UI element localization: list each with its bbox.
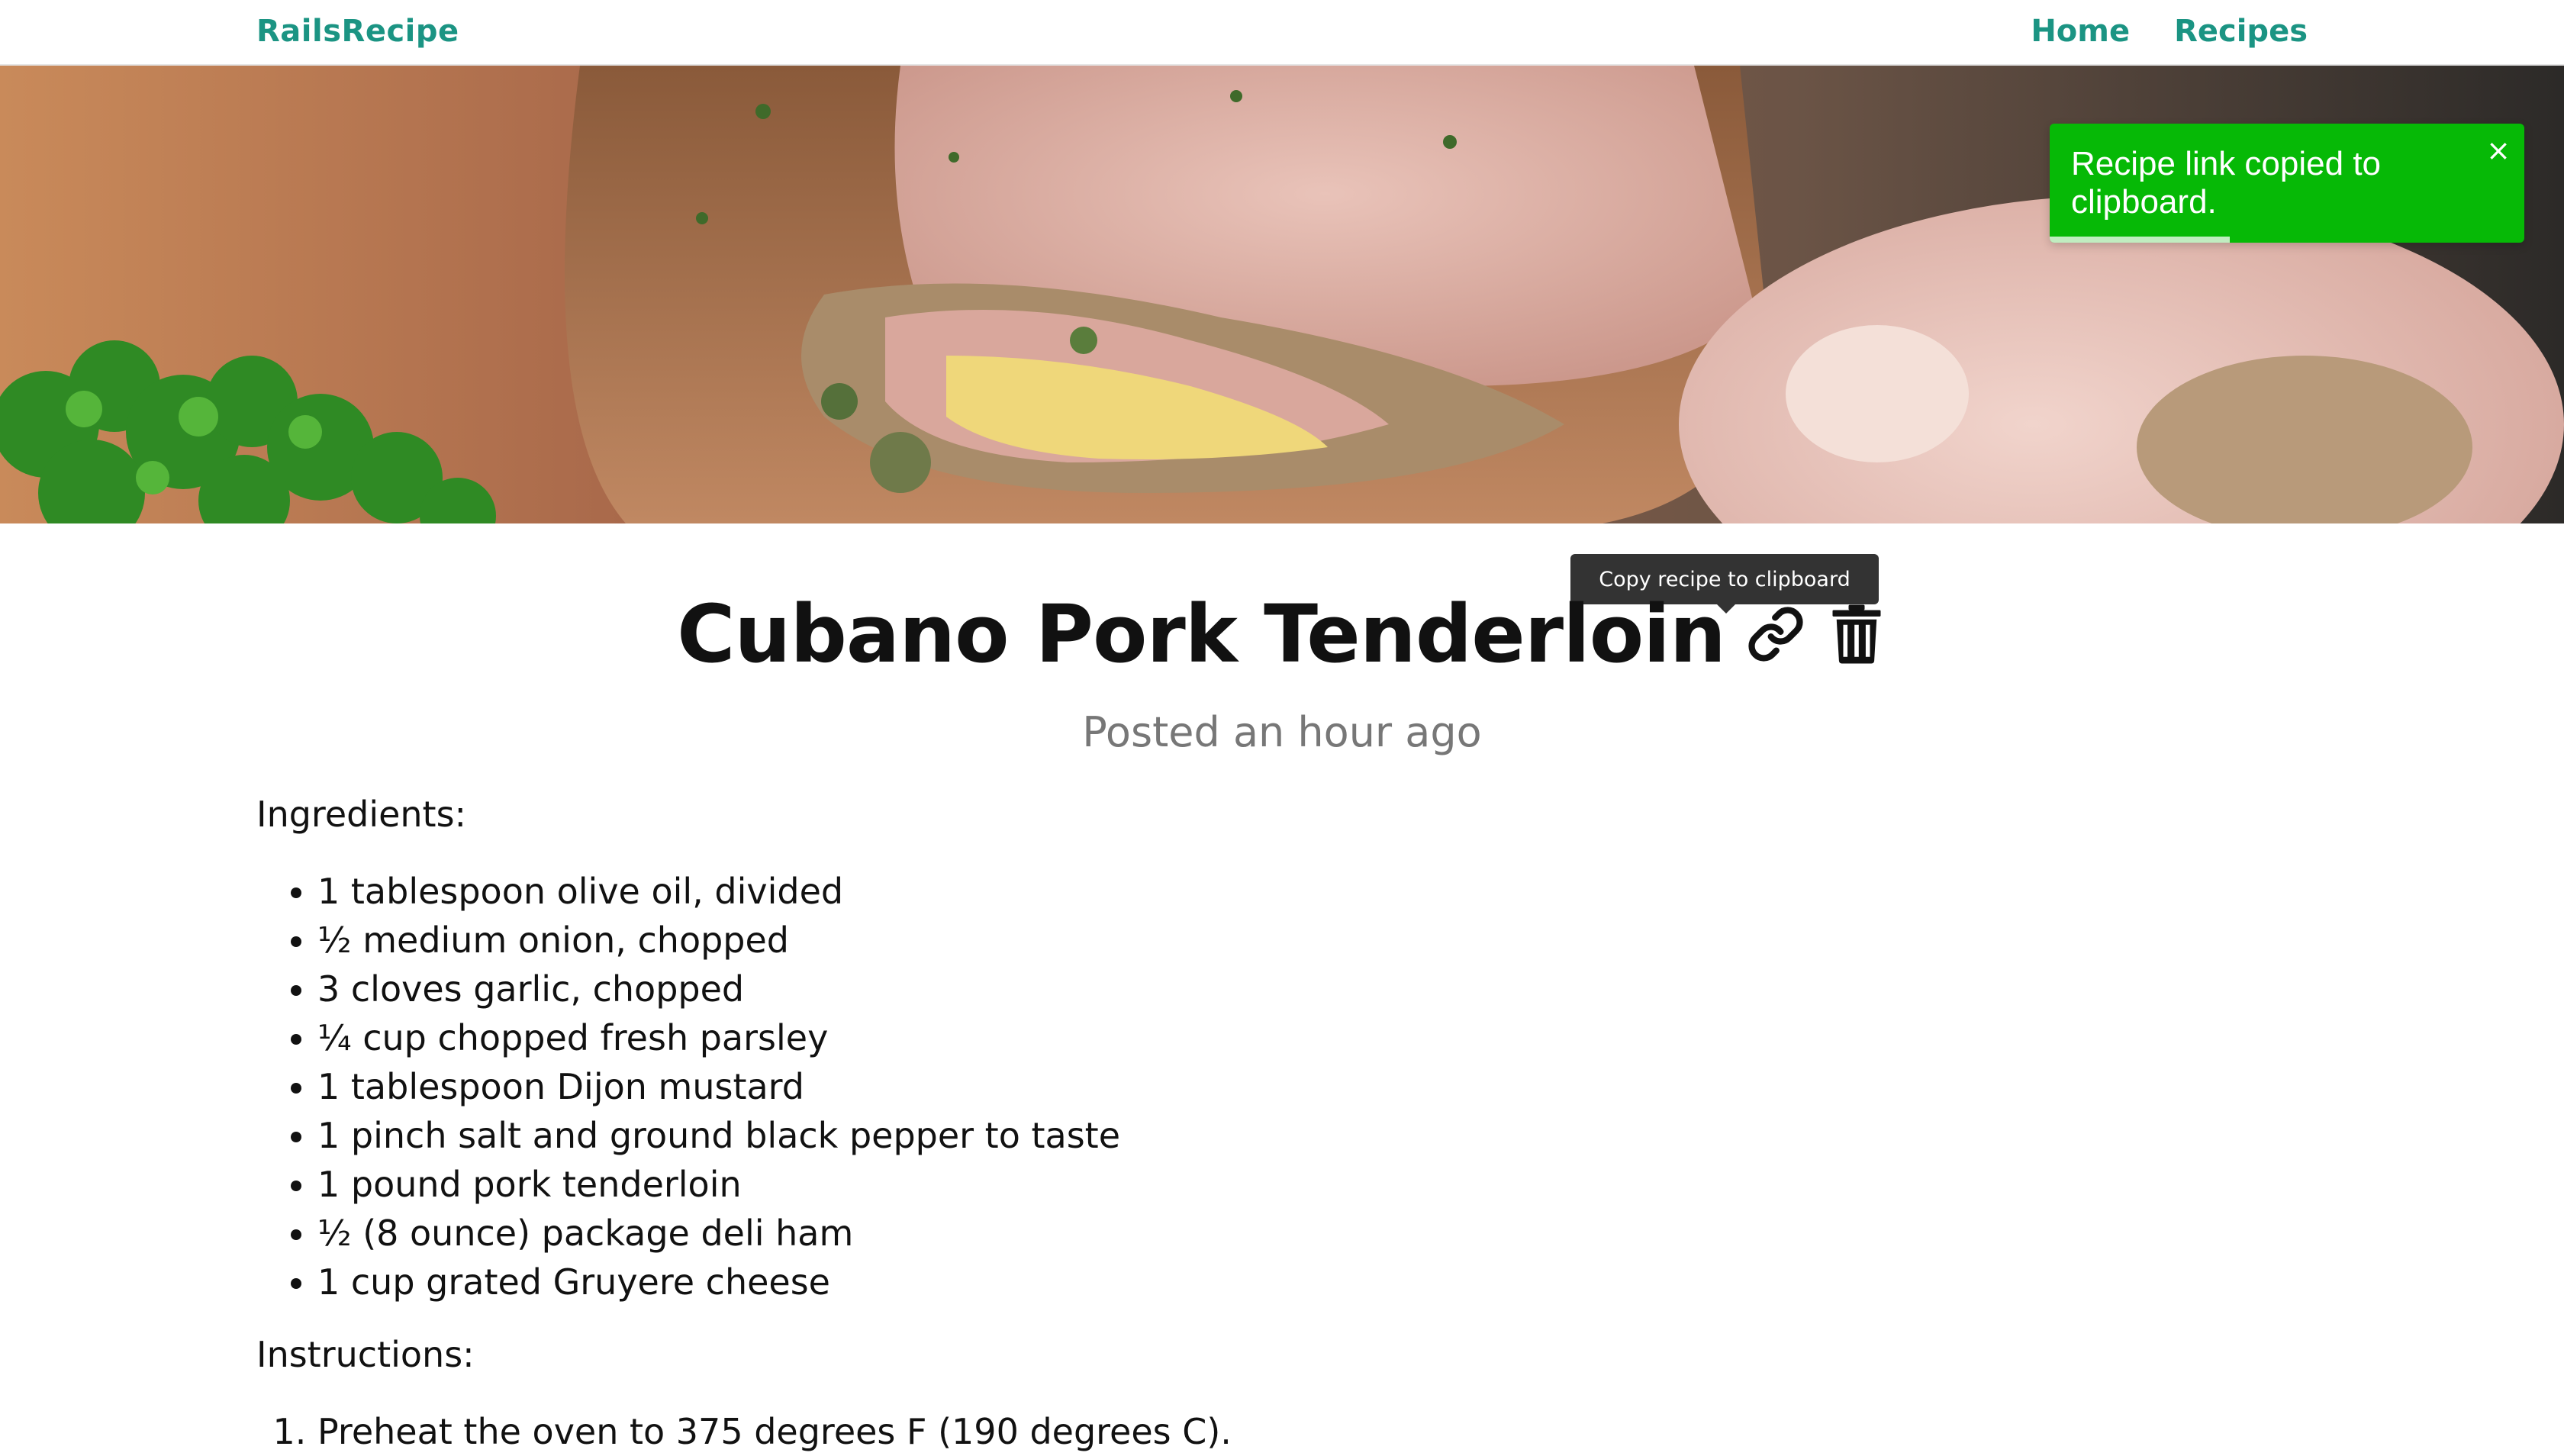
ingredient-item: 1 pound pork tenderloin <box>317 1160 1120 1209</box>
ingredient-item: ¼ cup chopped fresh parsley <box>317 1013 1120 1062</box>
instructions-list: Preheat the oven to 375 degrees F (190 d… <box>256 1407 1232 1456</box>
link-icon[interactable] <box>1745 604 1806 665</box>
ingredients-list: 1 tablespoon olive oil, divided ½ medium… <box>256 867 1120 1306</box>
ingredient-item: 1 pinch salt and ground black pepper to … <box>317 1111 1120 1160</box>
ingredient-item: 1 tablespoon Dijon mustard <box>317 1062 1120 1111</box>
ingredient-item: 3 cloves garlic, chopped <box>317 965 1120 1013</box>
instruction-item: Preheat the oven to 375 degrees F (190 d… <box>317 1407 1232 1456</box>
recipe-title: Cubano Pork Tenderloin <box>677 588 1726 681</box>
toast-message: Recipe link copied to clipboard. <box>2071 145 2382 221</box>
ingredient-item: ½ medium onion, chopped <box>317 916 1120 965</box>
close-icon[interactable]: × <box>2486 131 2511 169</box>
posted-time: Posted an hour ago <box>1082 708 1482 756</box>
trash-icon[interactable] <box>1826 604 1887 665</box>
ingredients-heading: Ingredients: <box>256 794 467 835</box>
ingredient-item: 1 cup grated Gruyere cheese <box>317 1258 1120 1306</box>
ingredient-item: 1 tablespoon olive oil, divided <box>317 867 1120 916</box>
top-navbar: RailsRecipe Home Recipes <box>0 0 2564 66</box>
nav-home-link[interactable]: Home <box>2031 14 2130 49</box>
brand-link[interactable]: RailsRecipe <box>256 14 459 49</box>
instructions-heading: Instructions: <box>256 1334 475 1375</box>
recipe-title-row: Cubano Pork Tenderloin <box>0 588 2564 681</box>
toast-progress-bar <box>2050 237 2231 243</box>
ingredient-item: ½ (8 ounce) package deli ham <box>317 1209 1120 1258</box>
nav-recipes-link[interactable]: Recipes <box>2174 14 2308 49</box>
main-nav: Home Recipes <box>2031 14 2308 49</box>
clipboard-toast: Recipe link copied to clipboard. × <box>2050 124 2524 243</box>
